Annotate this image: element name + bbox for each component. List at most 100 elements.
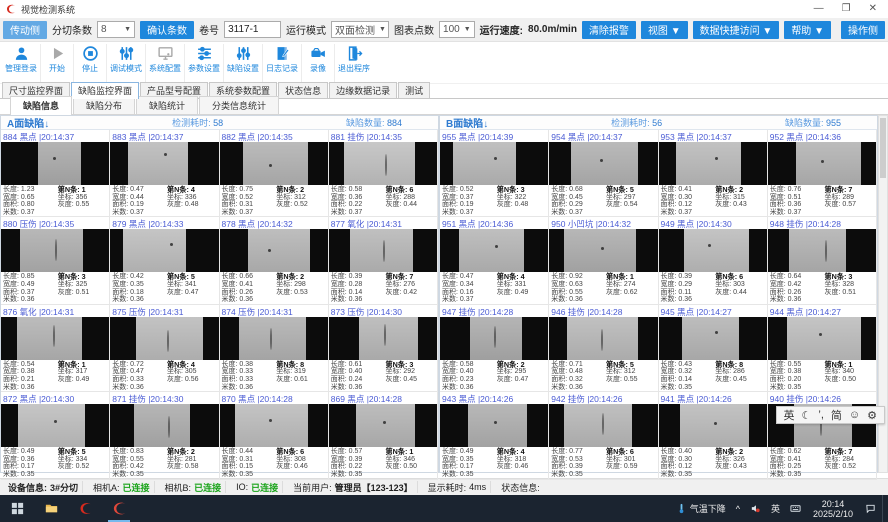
defect-cell[interactable]: 945 黑点 |20:14:27 长度: 0.43宽度: 0.32面积: 0.1… — [659, 305, 768, 392]
ime-simplified-toggle[interactable]: 简 — [831, 407, 842, 423]
maximize-button[interactable]: ❐ — [842, 0, 851, 18]
app-icon-inspection-active[interactable] — [102, 495, 136, 522]
help-menu-button[interactable]: 帮助 ▼ — [784, 21, 831, 39]
defect-cell[interactable]: 943 黑点 |20:14:26 长度: 0.49宽度: 0.35面积: 0.1… — [440, 392, 549, 479]
minimize-button[interactable]: — — [814, 0, 824, 18]
defect-cell[interactable]: 953 黑点 |20:14:37 长度: 0.41宽度: 0.30面积: 0.1… — [659, 130, 768, 217]
defect-cell[interactable]: 948 挂伤 |20:14:28 长度: 0.64宽度: 0.42面积: 0.2… — [768, 217, 877, 304]
film-edge-left — [440, 142, 453, 185]
action-play-button[interactable]: 开始 — [41, 44, 74, 83]
action-stop-button[interactable]: 停止 — [74, 44, 107, 83]
defect-cell[interactable]: 884 黑点 |20:14:37 长度: 1.23宽度: 0.65面积: 0.8… — [1, 130, 110, 217]
show-desktop-button[interactable] — [882, 495, 886, 522]
ime-language-indicator[interactable]: 英 — [767, 495, 784, 522]
defect-mark — [269, 419, 272, 422]
action-tune-button[interactable]: 调试模式 — [107, 44, 146, 83]
ime-emoji-icon[interactable]: ☺ — [849, 409, 860, 421]
film-edge-right — [186, 229, 218, 272]
clock-date: 2025/2/10 — [813, 509, 853, 519]
defect-cell[interactable]: 944 黑点 |20:14:27 长度: 0.55宽度: 0.38面积: 0.2… — [768, 305, 877, 392]
defect-image — [1, 317, 109, 360]
defect-cell[interactable]: 871 挂伤 |20:14:30 长度: 0.83宽度: 0.55面积: 0.4… — [110, 392, 219, 479]
action-camera-button[interactable]: 录像 — [302, 44, 335, 83]
defect-cell[interactable]: 947 挂伤 |20:14:28 长度: 0.58宽度: 0.40面积: 0.2… — [440, 305, 549, 392]
defect-cell[interactable]: 880 压伤 |20:14:35 长度: 0.85宽度: 0.49面积: 0.3… — [1, 217, 110, 304]
defect-cell[interactable]: 872 黑点 |20:14:30 长度: 0.49宽度: 0.36面积: 0.1… — [1, 392, 110, 479]
defect-stats: 长度: 0.49宽度: 0.36面积: 0.17米数: 0.35 第N条: 5坐… — [1, 447, 109, 478]
action-user-button[interactable]: 管理登录 — [2, 44, 41, 83]
action-slidersH-button[interactable]: 参数设置 — [185, 44, 224, 83]
defect-cell[interactable]: 949 黑点 |20:14:30 长度: 0.39宽度: 0.29面积: 0.1… — [659, 217, 768, 304]
sub-tab-4[interactable]: 分类信息统计 — [199, 96, 279, 114]
defect-mark — [601, 329, 603, 351]
defect-cell[interactable]: 883 黑点 |20:14:37 长度: 0.47宽度: 0.44面积: 0.1… — [110, 130, 219, 217]
sub-tab-3[interactable]: 缺陷统计 — [136, 96, 198, 114]
ime-punctuation-toggle[interactable]: ’, — [818, 409, 824, 421]
defect-cell[interactable]: 876 氧化 |20:14:31 长度: 0.54宽度: 0.38面积: 0.2… — [1, 305, 110, 392]
sub-tab-1[interactable]: 缺陷信息 — [10, 96, 72, 115]
defect-cell[interactable]: 869 黑点 |20:14:28 长度: 0.57宽度: 0.39面积: 0.2… — [329, 392, 438, 479]
defect-cell[interactable]: 881 挂伤 |20:14:35 长度: 0.58宽度: 0.36面积: 0.2… — [329, 130, 438, 217]
view-menu-button[interactable]: 视图 ▼ — [641, 21, 688, 39]
defect-cell[interactable]: 882 黑点 |20:14:35 长度: 0.75宽度: 0.52面积: 0.3… — [220, 130, 329, 217]
defect-image — [768, 317, 876, 360]
titlebar: 视觉检测系统 — ❐ ✕ — [0, 0, 888, 18]
defect-cell[interactable]: 951 黑点 |20:14:36 长度: 0.47宽度: 0.34面积: 0.1… — [440, 217, 549, 304]
taskbar-clock[interactable]: 20:14 2025/2/10 — [807, 499, 859, 519]
defect-cell[interactable]: 873 压伤 |20:14:30 长度: 0.61宽度: 0.40面积: 0.2… — [329, 305, 438, 392]
defect-cell[interactable]: 877 氧化 |20:14:31 长度: 0.39宽度: 0.28面积: 0.1… — [329, 217, 438, 304]
defect-cell[interactable]: 954 黑点 |20:14:37 长度: 0.68宽度: 0.45面积: 0.2… — [549, 130, 658, 217]
film-edge-right — [203, 317, 218, 360]
confirm-count-button[interactable]: 确认条数 — [140, 21, 194, 39]
action-slidersV-button[interactable]: 缺陷设置 — [224, 44, 263, 83]
roll-number-input[interactable]: 3117-1 — [224, 21, 281, 38]
clear-alarm-button[interactable]: 清除报警 — [582, 21, 636, 39]
data-quick-access-menu-button[interactable]: 数据快捷访问 ▼ — [693, 21, 780, 39]
close-button[interactable]: ✕ — [869, 0, 877, 18]
defect-cell[interactable]: 878 黑点 |20:14:32 长度: 0.66宽度: 0.41面积: 0.2… — [220, 217, 329, 304]
action-exit-button[interactable]: 退出程序 — [335, 44, 373, 83]
start-button[interactable] — [0, 495, 34, 522]
run-mode-select[interactable]: 双面检测▼ — [331, 21, 389, 38]
ime-settings-gear-icon[interactable]: ⚙ — [867, 409, 877, 422]
defect-type: 压伤 — [347, 307, 364, 317]
ime-moon-icon[interactable]: ☾ — [802, 409, 812, 422]
defect-mark — [54, 420, 57, 423]
main-tab-7[interactable]: 测试 — [398, 82, 430, 98]
defect-cell[interactable]: 952 黑点 |20:14:36 长度: 0.76宽度: 0.51面积: 0.3… — [768, 130, 877, 217]
chart-points-select[interactable]: 100▼ — [439, 21, 475, 38]
defect-image — [329, 142, 437, 185]
defect-cell[interactable]: 879 黑点 |20:14:33 长度: 0.42宽度: 0.35面积: 0.1… — [110, 217, 219, 304]
defect-mark — [494, 421, 497, 424]
scrollbar-thumb[interactable] — [880, 118, 886, 178]
main-tab-2[interactable]: 缺陷监控界面 — [71, 82, 139, 99]
volume-icon[interactable] — [746, 495, 765, 522]
roll-number-label: 卷号 — [199, 22, 219, 37]
defect-cell[interactable]: 870 黑点 |20:14:28 长度: 0.44宽度: 0.31面积: 0.1… — [220, 392, 329, 479]
film-edge-left — [110, 142, 127, 185]
file-explorer-icon[interactable] — [34, 495, 68, 522]
defect-cell[interactable]: 946 挂伤 |20:14:28 长度: 0.71宽度: 0.48面积: 0.3… — [549, 305, 658, 392]
defect-cell[interactable]: 950 小凹坑 |20:14:32 长度: 0.92宽度: 0.63面积: 0.… — [549, 217, 658, 304]
weather-tray-item[interactable]: 气温下降 — [672, 495, 730, 522]
defect-cell[interactable]: 942 挂伤 |20:14:26 长度: 0.77宽度: 0.53面积: 0.3… — [549, 392, 658, 479]
defect-cell[interactable]: 955 黑点 |20:14:39 长度: 0.52宽度: 0.37面积: 0.1… — [440, 130, 549, 217]
main-tab-6[interactable]: 边缘数据记录 — [329, 82, 397, 98]
drive-side-button[interactable]: 传动侧 — [3, 21, 47, 39]
notification-center-icon[interactable] — [861, 495, 880, 522]
main-tab-5[interactable]: 状态信息 — [278, 82, 328, 98]
defect-cell[interactable]: 941 黑点 |20:14:26 长度: 0.40宽度: 0.30面积: 0.1… — [659, 392, 768, 479]
defect-cell[interactable]: 875 压伤 |20:14:31 长度: 0.72宽度: 0.47面积: 0.3… — [110, 305, 219, 392]
tray-expand-caret[interactable]: ^ — [732, 495, 744, 522]
action-log-button[interactable]: 日志记录 — [263, 44, 302, 83]
slit-count-select[interactable]: 8▼ — [97, 21, 135, 38]
app-icon-secondary[interactable] — [68, 495, 102, 522]
action-monitor-button[interactable]: 系统配置 — [146, 44, 185, 83]
keyboard-icon[interactable] — [786, 495, 805, 522]
defect-type: 黑点 — [459, 394, 476, 404]
ime-english-toggle[interactable]: 英 — [784, 407, 795, 423]
defect-image — [1, 229, 109, 272]
operate-side-button[interactable]: 操作侧 — [841, 21, 885, 39]
defect-cell[interactable]: 874 压伤 |20:14:31 长度: 0.38宽度: 0.33面积: 0.3… — [220, 305, 329, 392]
defect-image — [659, 229, 767, 272]
